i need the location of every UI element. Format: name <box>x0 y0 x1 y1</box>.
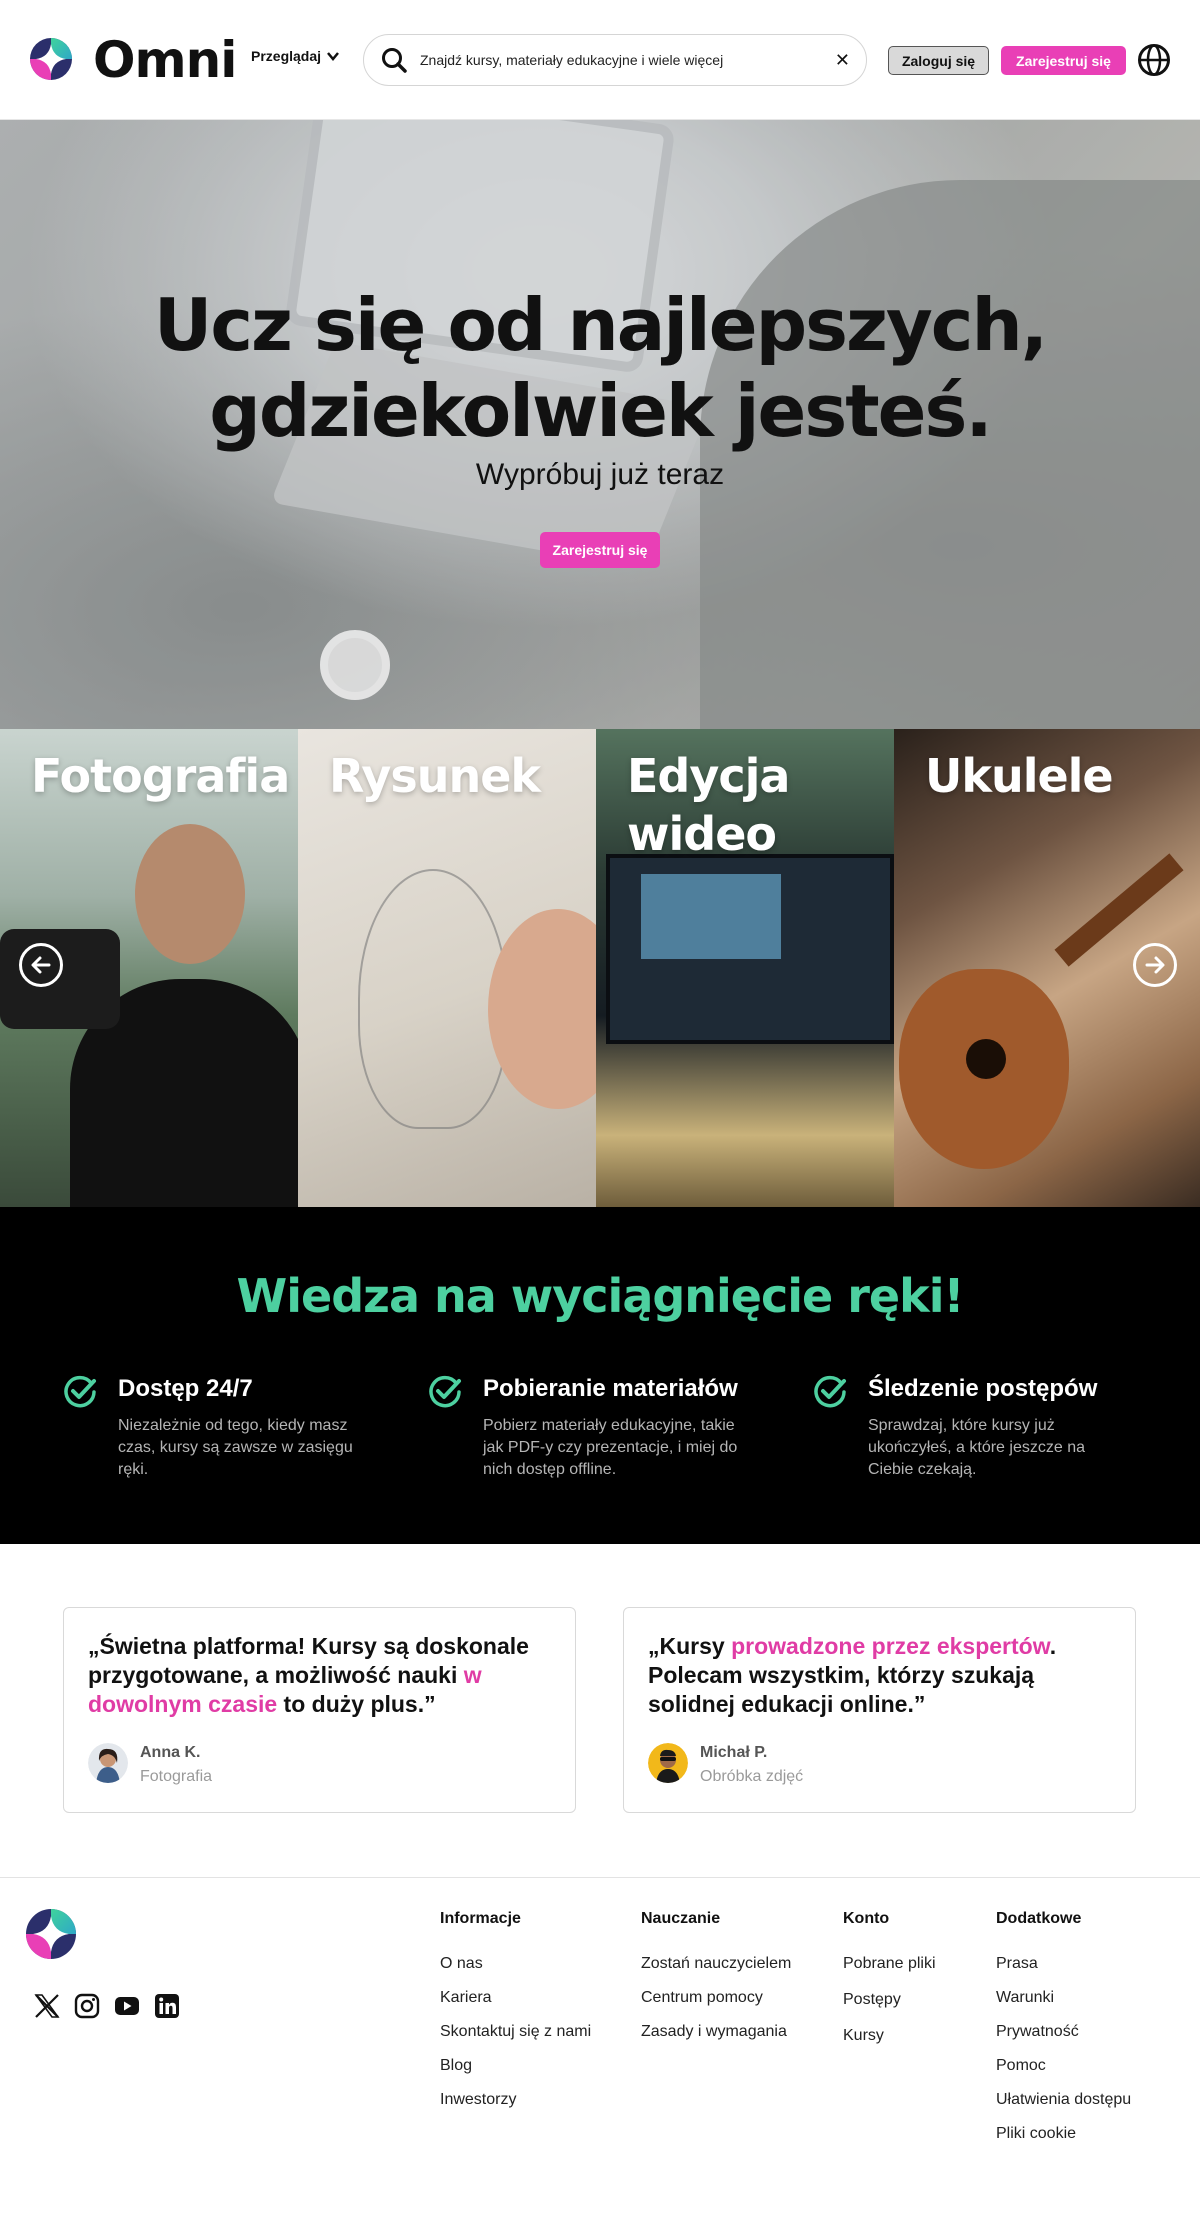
hero-subtitle: Wypróbuj już teraz <box>475 458 725 491</box>
footer-link[interactable]: Skontaktuj się z nami <box>440 2022 591 2042</box>
testimonial-quote: „Świetna platforma! Kursy są doskonale p… <box>88 1633 529 1717</box>
footer-link[interactable]: Zasady i wymagania <box>641 2022 791 2042</box>
footer-column-teaching: Nauczanie Zostań nauczycielem Centrum po… <box>641 1910 791 2056</box>
category-card-drawing[interactable]: Rysunek <box>298 729 596 1207</box>
footer-link[interactable]: Pomoc <box>996 2056 1131 2076</box>
testimonial-quote: „Kursy prowadzone przez ekspertów. Polec… <box>648 1633 1057 1717</box>
hero-signup-button[interactable]: Zarejestruj się <box>540 532 660 568</box>
testimonial-card: „Świetna platforma! Kursy są doskonale p… <box>63 1607 576 1813</box>
carousel-prev-button[interactable] <box>19 943 63 987</box>
site-header: Omni Przeglądaj ✕ Zaloguj się Zarejestru… <box>0 0 1200 120</box>
youtube-icon[interactable] <box>113 1992 141 2020</box>
feature-title: Śledzenie postępów <box>868 1375 1098 1402</box>
footer-link[interactable]: Postępy <box>843 1990 936 2010</box>
testimonial-role: Fotografia <box>140 1768 213 1785</box>
hero-section: Ucz się od najlepszych, gdziekolwiek jes… <box>0 120 1200 729</box>
footer-link[interactable]: Centrum pomocy <box>641 1988 791 2008</box>
search-bar: ✕ <box>363 34 867 86</box>
category-carousel: Fotografia Rysunek Edycja wideo Ukulele <box>0 729 1200 1207</box>
testimonial-author: Michał P. <box>700 1744 768 1761</box>
login-button[interactable]: Zaloguj się <box>888 46 989 75</box>
signup-button[interactable]: Zarejestruj się <box>1001 46 1126 75</box>
check-circle-icon <box>64 1375 96 1408</box>
category-label: Ukulele <box>925 749 1114 803</box>
hero-title: Ucz się od najlepszych, gdziekolwiek jes… <box>153 283 1048 453</box>
brand-name[interactable]: Omni <box>93 30 237 90</box>
clear-search-icon[interactable]: ✕ <box>835 50 850 71</box>
omni-logo-icon[interactable] <box>26 1909 76 1959</box>
footer-column-info: Informacje O nas Kariera Skontaktuj się … <box>440 1910 591 2124</box>
feature-description: Pobierz materiały edukacyjne, takie jak … <box>483 1417 738 1478</box>
footer-column-heading: Nauczanie <box>641 1910 721 1927</box>
footer-link[interactable]: Blog <box>440 2056 591 2076</box>
footer-link[interactable]: Zostań nauczycielem <box>641 1954 791 1974</box>
arrow-right-icon <box>1145 956 1165 974</box>
footer-link[interactable]: Inwestorzy <box>440 2090 591 2110</box>
avatar <box>88 1743 128 1783</box>
avatar <box>648 1743 688 1783</box>
footer-link[interactable]: Ułatwienia dostępu <box>996 2090 1131 2110</box>
check-circle-icon <box>814 1375 846 1408</box>
footer-link[interactable]: O nas <box>440 1954 591 1974</box>
omni-logo-icon[interactable] <box>30 38 72 80</box>
features-title: Wiedza na wyciągnięcie ręki! <box>236 1269 965 1323</box>
carousel-next-button[interactable] <box>1133 943 1177 987</box>
footer-column-extra: Dodatkowe Prasa Warunki Prywatność Pomoc… <box>996 1910 1131 2158</box>
search-input[interactable] <box>420 52 835 68</box>
footer-column-heading: Konto <box>843 1910 890 1927</box>
site-footer: Informacje O nas Kariera Skontaktuj się … <box>0 1877 1200 2221</box>
category-label: Edycja wideo <box>627 749 790 861</box>
footer-link[interactable]: Pobrane pliki <box>843 1954 936 1974</box>
check-circle-icon <box>429 1375 461 1408</box>
browse-label: Przeglądaj <box>251 48 322 64</box>
chevron-down-icon <box>327 52 339 61</box>
footer-link[interactable]: Kursy <box>843 2026 936 2046</box>
search-icon[interactable] <box>380 46 408 74</box>
camera-image <box>0 929 120 1029</box>
feature-description: Sprawdzaj, które kursy już ukończyłeś, a… <box>868 1417 1085 1478</box>
testimonial-author: Anna K. <box>140 1744 201 1761</box>
sketch-image <box>358 869 508 1129</box>
browse-menu[interactable]: Przeglądaj <box>251 48 339 64</box>
category-card-video-editing[interactable]: Edycja wideo <box>596 729 894 1207</box>
arrow-left-icon <box>31 956 51 974</box>
footer-link[interactable]: Kariera <box>440 1988 591 2008</box>
testimonial-role: Obróbka zdjęć <box>700 1768 804 1785</box>
instagram-icon[interactable] <box>73 1992 101 2020</box>
footer-column-account: Konto Pobrane pliki Postępy Kursy <box>843 1910 936 2060</box>
footer-column-heading: Dodatkowe <box>996 1910 1082 1927</box>
footer-link[interactable]: Warunki <box>996 1988 1131 2008</box>
x-icon[interactable] <box>33 1992 61 2020</box>
feature-description: Niezależnie od tego, kiedy masz czas, ku… <box>118 1417 353 1478</box>
footer-link[interactable]: Prywatność <box>996 2022 1131 2042</box>
linkedin-icon[interactable] <box>153 1992 181 2020</box>
feature-title: Pobieranie materiałów <box>483 1375 738 1402</box>
footer-link[interactable]: Pliki cookie <box>996 2124 1131 2144</box>
features-section: Wiedza na wyciągnięcie ręki! Dostęp 24/7… <box>0 1207 1200 1544</box>
testimonial-card: „Kursy prowadzone przez ekspertów. Polec… <box>623 1607 1136 1813</box>
category-label: Rysunek <box>329 749 541 803</box>
globe-icon[interactable] <box>1137 43 1171 77</box>
footer-link[interactable]: Prasa <box>996 1954 1131 1974</box>
category-label: Fotografia <box>31 749 290 803</box>
feature-title: Dostęp 24/7 <box>118 1375 253 1402</box>
footer-column-heading: Informacje <box>440 1910 521 1927</box>
